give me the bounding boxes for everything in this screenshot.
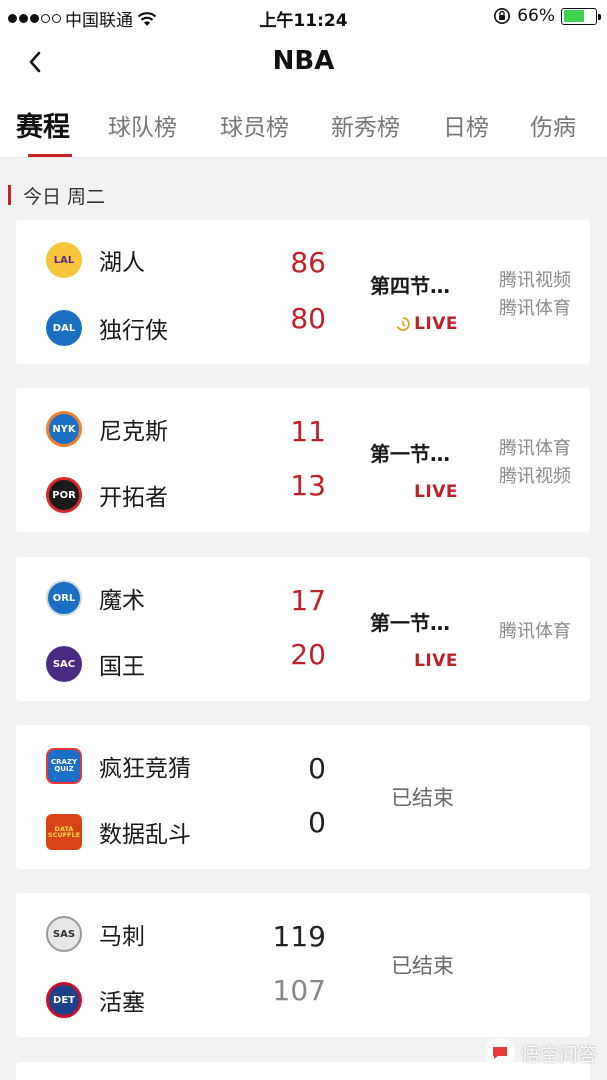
live-badge: LIVE — [414, 651, 458, 671]
live-label: LIVE — [414, 314, 458, 334]
team-row: ORL 魔术 — [46, 578, 145, 618]
team-score: 11 — [290, 415, 326, 448]
team-score: 119 — [272, 920, 326, 953]
team-score: 80 — [290, 302, 326, 335]
lakers-logo-icon: LAL — [46, 242, 82, 278]
tab-team-standings[interactable]: 球队榜 — [108, 108, 177, 142]
section-marker — [8, 185, 11, 205]
broadcast-channel[interactable]: 腾讯体育 — [499, 434, 571, 460]
broadcast-channel[interactable]: 腾讯视频 — [499, 462, 571, 488]
game-card[interactable]: NYK 尼克斯 11 POR 开拓者 13 第一节… LIVE 腾讯体育 腾讯视… — [16, 388, 590, 532]
live-label: LIVE — [414, 482, 458, 502]
game-card[interactable]: ORL 魔术 17 SAC 国王 20 第一节… LIVE 腾讯体育 — [16, 557, 590, 701]
tab-bar: 赛程 球队榜 球员榜 新秀榜 日榜 伤病 — [0, 92, 607, 158]
team-name: 疯狂竞猜 — [99, 756, 191, 782]
date-section-header: 今日 周二 — [0, 176, 105, 214]
spurs-logo-icon: SAS — [46, 916, 82, 952]
tab-daily-rankings[interactable]: 日榜 — [443, 108, 489, 142]
team-name: 开拓者 — [99, 485, 168, 511]
game-status: 已结束 — [391, 786, 454, 810]
tab-player-rankings[interactable]: 球员榜 — [220, 108, 289, 142]
game-card[interactable]: CRAZY QUIZ 疯狂竞猜 0 DATA SCUFFLE 数据乱斗 0 已结… — [16, 725, 590, 869]
data-scuffle-logo-icon: DATA SCUFFLE — [46, 814, 82, 850]
chat-bubble-icon — [484, 1038, 515, 1068]
magic-logo-icon: ORL — [46, 580, 82, 616]
crazy-quiz-logo-icon: CRAZY QUIZ — [46, 748, 82, 784]
team-row: LAL 湖人 — [46, 240, 145, 280]
team-score: 86 — [290, 246, 326, 279]
battery-icon — [561, 7, 601, 25]
live-badge: LIVE — [395, 314, 458, 334]
tab-injuries[interactable]: 伤病 — [530, 108, 576, 142]
team-score: 17 — [290, 584, 326, 617]
team-score: 0 — [308, 806, 326, 839]
team-row: NYK 尼克斯 — [46, 409, 168, 449]
team-name: 国王 — [99, 654, 145, 680]
team-name: 湖人 — [99, 250, 145, 276]
team-row: DAL 独行侠 — [46, 308, 168, 348]
live-label: LIVE — [414, 651, 458, 671]
team-score: 0 — [308, 752, 326, 785]
live-clock-icon — [396, 317, 410, 331]
status-bar: 中国联通 上午11:24 66% — [0, 0, 607, 34]
mavericks-logo-icon: DAL — [46, 310, 82, 346]
broadcast-channel[interactable]: 腾讯体育 — [499, 294, 571, 320]
section-label: 今日 周二 — [23, 185, 106, 208]
tab-rookie-rankings[interactable]: 新秀榜 — [331, 108, 400, 142]
live-badge: LIVE — [414, 482, 458, 502]
team-row: DET 活塞 — [46, 980, 145, 1020]
team-row: SAC 国王 — [46, 644, 145, 684]
game-card[interactable]: SAS 马刺 119 DET 活塞 107 已结束 — [16, 893, 590, 1037]
team-row: DATA SCUFFLE 数据乱斗 — [46, 812, 191, 852]
pistons-logo-icon: DET — [46, 982, 82, 1018]
watermark-text: 悟空问答 — [520, 1043, 597, 1066]
team-name: 活塞 — [99, 990, 145, 1016]
battery-group: 66% — [493, 6, 601, 26]
game-status: 已结束 — [391, 954, 454, 978]
team-row: POR 开拓者 — [46, 475, 168, 515]
game-period: 第四节… — [370, 274, 450, 298]
team-name: 尼克斯 — [99, 419, 168, 445]
active-tab-indicator — [28, 154, 72, 157]
game-period: 第一节… — [370, 611, 450, 635]
battery-percent: 66% — [517, 6, 555, 26]
nav-bar: NBA — [0, 34, 607, 92]
page-title: NBA — [272, 46, 335, 76]
team-name: 马刺 — [99, 924, 145, 950]
team-name: 魔术 — [99, 588, 145, 614]
watermark: 悟空问答 — [484, 1038, 597, 1068]
game-period: 第一节… — [370, 442, 450, 466]
game-card[interactable]: LAL 湖人 86 DAL 独行侠 80 第四节… LIVE 腾讯视频 腾讯体育 — [16, 220, 590, 364]
blazers-logo-icon: POR — [46, 477, 82, 513]
team-row: SAS 马刺 — [46, 914, 145, 954]
team-score: 20 — [290, 638, 326, 671]
team-score: 13 — [290, 469, 326, 502]
orientation-lock-icon — [494, 8, 511, 24]
team-name: 独行侠 — [99, 318, 168, 344]
kings-logo-icon: SAC — [46, 646, 82, 682]
broadcast-channel[interactable]: 腾讯视频 — [499, 266, 571, 292]
tab-schedule[interactable]: 赛程 — [16, 105, 70, 144]
team-name: 数据乱斗 — [99, 822, 191, 848]
knicks-logo-icon: NYK — [46, 411, 82, 447]
team-row: CRAZY QUIZ 疯狂竞猜 — [46, 746, 191, 786]
broadcast-channel[interactable]: 腾讯体育 — [499, 617, 571, 643]
team-score: 107 — [272, 974, 326, 1007]
